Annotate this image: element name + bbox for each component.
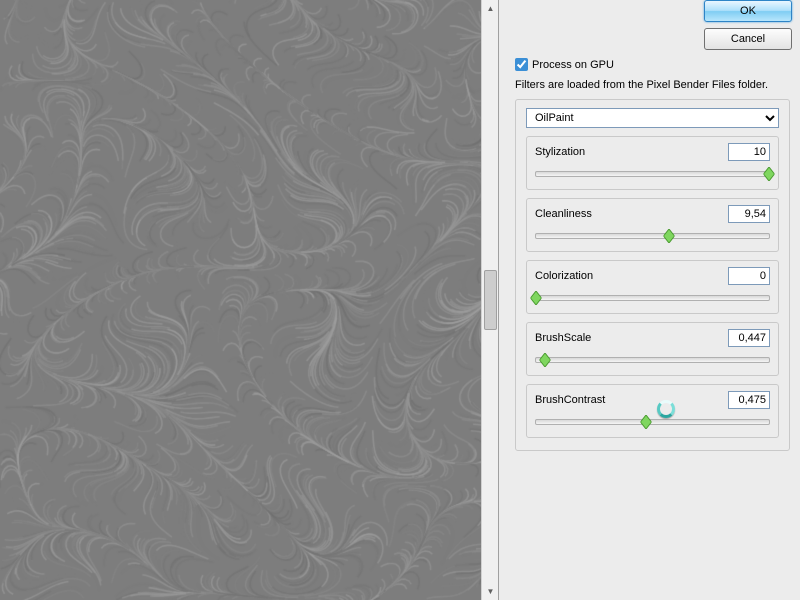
cancel-button[interactable]: Cancel [704,28,792,50]
colorization-slider[interactable] [535,295,770,301]
cleanliness-slider[interactable] [535,233,770,239]
brushscale-slider[interactable] [535,357,770,363]
cleanliness-label: Cleanliness [535,208,592,220]
preview-canvas [0,0,498,600]
process-gpu-row: Process on GPU [515,58,790,71]
info-text: Filters are loaded from the Pixel Bender… [515,79,790,91]
busy-cursor-icon [657,400,677,420]
scrollbar-thumb[interactable] [484,270,497,330]
brushcontrast-value[interactable] [728,391,770,409]
process-gpu-checkbox[interactable] [515,58,528,71]
brushscale-label: BrushScale [535,332,591,344]
settings-panel: OK Cancel Process on GPU Filters are loa… [498,0,800,600]
cleanliness-slider-thumb[interactable] [663,229,674,243]
param-cleanliness: Cleanliness [526,198,779,252]
brushscale-value[interactable] [728,329,770,347]
param-brushcontrast: BrushContrast [526,384,779,438]
preview-pane: ▲ ▼ [0,0,498,600]
scroll-up-arrow-icon[interactable]: ▲ [482,0,498,17]
param-colorization: Colorization [526,260,779,314]
stylization-slider[interactable] [535,171,770,177]
colorization-label: Colorization [535,270,593,282]
brushcontrast-slider[interactable] [535,419,770,425]
brushcontrast-slider-thumb[interactable] [640,415,651,429]
param-brushscale: BrushScale [526,322,779,376]
brushscale-slider-thumb[interactable] [540,353,551,367]
brushcontrast-label: BrushContrast [535,394,605,406]
stylization-value[interactable] [728,143,770,161]
stylization-label: Stylization [535,146,585,158]
process-gpu-label[interactable]: Process on GPU [532,59,614,71]
filter-group: OilPaint Stylization Cleanliness [515,99,790,451]
ok-button[interactable]: OK [704,0,792,22]
preview-scrollbar-vertical[interactable]: ▲ ▼ [481,0,498,600]
stylization-slider-thumb[interactable] [764,167,775,181]
cleanliness-value[interactable] [728,205,770,223]
param-stylization: Stylization [526,136,779,190]
filter-select[interactable]: OilPaint [526,108,779,128]
scroll-down-arrow-icon[interactable]: ▼ [482,583,498,600]
colorization-slider-thumb[interactable] [531,291,542,305]
dialog-buttons: OK Cancel [704,0,792,50]
colorization-value[interactable] [728,267,770,285]
